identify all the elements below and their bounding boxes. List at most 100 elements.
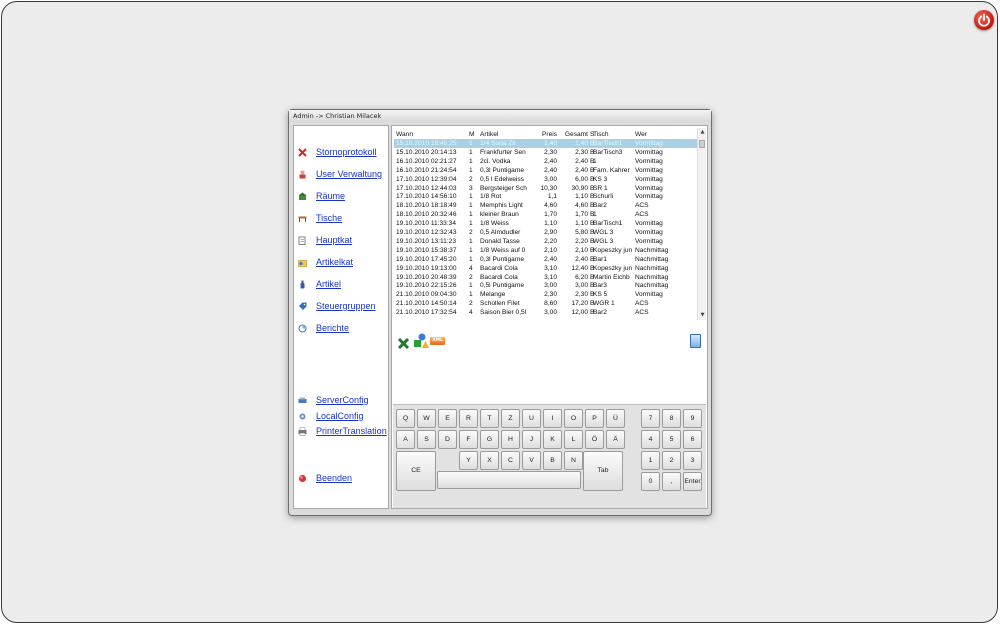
table-row[interactable]: 16.10.2010 02:21:27 1 2cl. Vodka 2,40 2,40 B 1… <box>394 157 697 166</box>
key-w[interactable]: W <box>417 409 436 428</box>
table-row[interactable]: 21.10.2010 09:04:30 1 Melange 2,30 2,30 B KS 5… <box>394 290 697 299</box>
local-config-icon <box>298 412 307 421</box>
key-ö[interactable]: Ö <box>585 430 604 449</box>
sidebar-item-serverconfig[interactable]: ServerConfig <box>298 394 369 406</box>
key-x[interactable]: X <box>480 451 499 470</box>
key-g[interactable]: G <box>480 430 499 449</box>
sidebar-item-user-verwaltung[interactable]: User Verwaltung <box>298 168 382 180</box>
key-p[interactable]: P <box>585 409 604 428</box>
cell-m: 1 <box>469 166 473 174</box>
xml-export-icon[interactable]: XML <box>430 337 445 345</box>
cell-wann: 19.10.2010 22:15:26 <box>396 282 457 290</box>
table-row[interactable]: 17.10.2010 12:44:03 3 Bergsteiger Sch 10,30… <box>394 184 697 193</box>
sidebar-item-beenden[interactable]: Beenden <box>298 472 352 484</box>
table-row[interactable]: 19.10.2010 17:45:20 1 0,3l Puntigame 2,40 2,… <box>394 255 697 264</box>
table-row[interactable]: 19.10.2010 13:11:23 1 Donald Tasse 2,20 2,20… <box>394 237 697 246</box>
table-row[interactable]: 15.10.2010 18:45:25 1 1/4 Soda Zit 1,40 1,40… <box>394 139 697 148</box>
numpad-key-6[interactable]: 6 <box>683 430 702 449</box>
sidebar-item-steuergruppen[interactable]: Steuergruppen <box>298 300 376 312</box>
tab-key[interactable]: Tab <box>583 451 623 491</box>
space-key[interactable] <box>437 471 581 489</box>
key-c[interactable]: C <box>501 451 520 470</box>
numpad-key-4[interactable]: 4 <box>641 430 660 449</box>
key-t[interactable]: T <box>480 409 499 428</box>
col-header-wann[interactable]: Wann <box>396 130 468 139</box>
numpad-key-7[interactable]: 7 <box>641 409 660 428</box>
key-i[interactable]: I <box>543 409 562 428</box>
table-row[interactable]: 16.10.2010 21:24:54 1 0,3l Puntigame 2,40 2,… <box>394 166 697 175</box>
key-z[interactable]: Z <box>501 409 520 428</box>
shapes-icon[interactable] <box>413 333 429 349</box>
key-e[interactable]: E <box>438 409 457 428</box>
key-k[interactable]: K <box>543 430 562 449</box>
scroll-up-icon[interactable]: ▲ <box>698 128 707 137</box>
numpad-key-2[interactable]: 2 <box>662 451 681 470</box>
sidebar-item-berichte[interactable]: Berichte <box>298 322 349 334</box>
table-row[interactable]: 19.10.2010 12:32:43 2 0,5 Almdudler 2,90 5,8… <box>394 228 697 237</box>
storno-table[interactable]: Wann M Artikel Preis Gesamt S Tisch Wer … <box>394 128 697 320</box>
numpad-key-8[interactable]: 8 <box>662 409 681 428</box>
col-header-artikel[interactable]: Artikel <box>480 130 537 139</box>
key-v[interactable]: V <box>522 451 541 470</box>
sidebar-item-artikelkat[interactable]: Artikelkat <box>298 256 353 268</box>
sidebar-item-raeume[interactable]: Räume <box>298 190 345 202</box>
table-scrollbar[interactable]: ▲ ▼ <box>697 128 706 320</box>
sidebar-item-hauptkat[interactable]: Hauptkat <box>298 234 352 246</box>
table-row[interactable]: 17.10.2010 12:39:04 2 0,5 l Edelweiss 3,00 6… <box>394 175 697 184</box>
key-h[interactable]: H <box>501 430 520 449</box>
numpad-key-3[interactable]: 3 <box>683 451 702 470</box>
scroll-down-icon[interactable]: ▼ <box>698 311 707 320</box>
key-y[interactable]: Y <box>459 451 478 470</box>
cell-wer: Vormittag <box>635 291 663 299</box>
table-row[interactable]: 19.10.2010 20:48:39 2 Bacardi Cola 3,10 6,20… <box>394 273 697 282</box>
col-header-m[interactable]: M <box>469 130 477 139</box>
numpad-key-enter[interactable]: Enter <box>683 472 702 491</box>
col-header-preis[interactable]: Preis <box>537 130 557 139</box>
key-ä[interactable]: Ä <box>606 430 625 449</box>
key-a[interactable]: A <box>396 430 415 449</box>
key-r[interactable]: R <box>459 409 478 428</box>
table-row[interactable]: 15.10.2010 20:14:13 1 Frankfurter Sen 2,30 2… <box>394 148 697 157</box>
key-n[interactable]: N <box>564 451 583 470</box>
col-header-tisch[interactable]: Tisch <box>593 130 634 139</box>
clipboard-icon[interactable] <box>690 334 701 348</box>
numpad-key-1[interactable]: 1 <box>641 451 660 470</box>
key-ü[interactable]: Ü <box>606 409 625 428</box>
key-u[interactable]: U <box>522 409 541 428</box>
col-header-wer[interactable]: Wer <box>635 130 695 139</box>
sidebar-item-stornoprotokoll[interactable]: Stornoprotokoll <box>298 146 377 158</box>
key-b[interactable]: B <box>543 451 562 470</box>
cell-gesamt: 1,70 <box>575 211 588 219</box>
key-q[interactable]: Q <box>396 409 415 428</box>
key-l[interactable]: L <box>564 430 583 449</box>
excel-icon[interactable] <box>397 335 410 350</box>
numpad-key-0[interactable]: 0 <box>641 472 660 491</box>
table-row[interactable]: 17.10.2010 14:56:10 1 1/8 Rot 1,1 1,10 B Schur… <box>394 192 697 201</box>
table-row[interactable]: 19.10.2010 15:38:37 1 1/8 Weiss auf 0 2,10 2… <box>394 246 697 255</box>
power-button[interactable] <box>974 10 994 30</box>
table-row[interactable]: 21.10.2010 14:50:14 2 Schollen Filet 8,60 17… <box>394 299 697 308</box>
sidebar-item-tische[interactable]: Tische <box>298 212 342 224</box>
numpad-key-5[interactable]: 5 <box>662 430 681 449</box>
key-s[interactable]: S <box>417 430 436 449</box>
table-row[interactable]: 18.10.2010 20:32:46 1 kleiner Braun 1,70 1,7… <box>394 210 697 219</box>
numpad-key-9[interactable]: 9 <box>683 409 702 428</box>
ce-key[interactable]: CE <box>396 451 436 491</box>
numpad-key-comma[interactable]: , <box>662 472 681 491</box>
key-j[interactable]: J <box>522 430 541 449</box>
cell-tisch: Martin Eichb <box>593 273 630 281</box>
scroll-thumb[interactable] <box>699 140 705 148</box>
table-row[interactable]: 18.10.2010 18:18:49 1 Memphis Light 4,60 4,6… <box>394 201 697 210</box>
table-row[interactable]: 19.10.2010 22:15:26 1 0,5l Puntigame 3,00 3,… <box>394 281 697 290</box>
key-o[interactable]: O <box>564 409 583 428</box>
sidebar-item-localconfig[interactable]: LocalConfig <box>298 410 364 422</box>
sidebar-item-artikel[interactable]: Artikel <box>298 278 341 290</box>
cell-tisch: WGL 3 <box>593 237 614 245</box>
key-f[interactable]: F <box>459 430 478 449</box>
table-row[interactable]: 21.10.2010 17:32:54 4 Saison Bier 0,5l 3,00… <box>394 308 697 317</box>
table-row[interactable]: 19.10.2010 19:13:00 4 Bacardi Cola 3,10 12,4… <box>394 264 697 273</box>
table-row[interactable]: 19.10.2010 11:33:34 1 1/8 Weiss 1,10 1,10 B Ba… <box>394 219 697 228</box>
col-header-gesamt[interactable]: Gesamt <box>559 130 588 139</box>
key-d[interactable]: D <box>438 430 457 449</box>
sidebar-item-printertranslation[interactable]: PrinterTranslation <box>298 425 387 437</box>
